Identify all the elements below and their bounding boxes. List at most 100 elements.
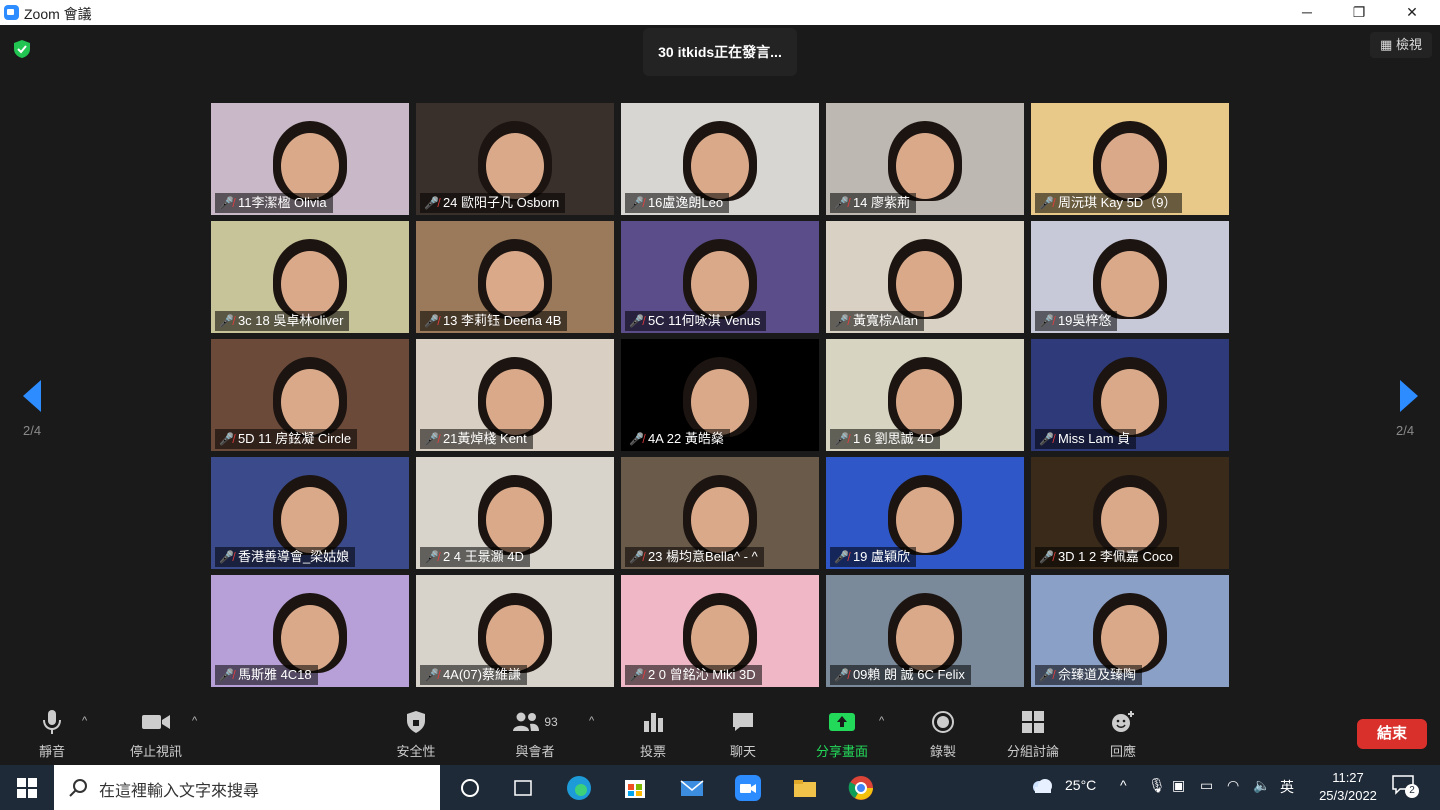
chat-label: 聊天 [729, 744, 756, 759]
participants-button[interactable]: 93 與會者 [506, 705, 564, 760]
participant-name: 黃寬棕Alan [852, 313, 918, 328]
participant-video-tile[interactable]: 🎤̸ 5D 11 房鉉凝 Circle [211, 339, 409, 451]
participant-name: 19吳梓悠 [1057, 313, 1112, 328]
weather-cloud-icon[interactable] [1030, 777, 1054, 797]
participant-name: 佘臻道及臻陶 [1057, 667, 1136, 682]
participant-video-tile[interactable]: 🎤̸ 11李潔楹 Olivia [211, 103, 409, 215]
share-screen-button[interactable]: 分享畫面 [810, 705, 874, 760]
participant-face [691, 251, 749, 317]
participant-face [486, 605, 544, 671]
participant-video-tile[interactable]: 🎤̸ 周沅琪 Kay 5D（9） [1031, 103, 1229, 215]
previous-page-arrow-icon[interactable] [23, 380, 41, 412]
participant-face [281, 251, 339, 317]
participant-face [1101, 605, 1159, 671]
muted-microphone-icon: 🎤̸ [1039, 550, 1054, 564]
video-camera-icon [142, 715, 170, 729]
participant-video-tile[interactable]: 🎤̸ 馬斯雅 4C18 [211, 575, 409, 687]
microphone-tray-icon[interactable]: 🎙 [1148, 777, 1166, 794]
participant-name-label: 🎤̸ 09賴 朗 誠 6C Felix [830, 665, 971, 685]
close-button[interactable]: ✕ [1389, 0, 1435, 25]
participant-video-tile[interactable]: 🎤̸ 香港善導會_梁姑娘 [211, 457, 409, 569]
participant-video-tile[interactable]: 🎤̸ 佘臻道及臻陶 [1031, 575, 1229, 687]
chat-bubble-icon [733, 713, 753, 731]
taskbar-search-box[interactable]: 在這裡輸入文字來搜尋 [54, 765, 440, 810]
reactions-button[interactable]: 回應 [1102, 705, 1144, 760]
encryption-shield-icon[interactable] [12, 39, 32, 59]
view-button[interactable]: ▦ 檢視 [1370, 32, 1432, 58]
chrome-icon[interactable] [846, 773, 876, 803]
record-icon [932, 711, 954, 733]
volume-icon[interactable]: 🔈 [1253, 777, 1270, 794]
microsoft-store-icon[interactable] [620, 773, 650, 803]
muted-microphone-icon: 🎤̸ [424, 314, 439, 328]
mute-button[interactable]: 靜音 [30, 705, 74, 760]
participant-video-tile[interactable]: 🎤̸ 4A(07)蔡維謙 [416, 575, 614, 687]
page-indicator-left: 2/4 [23, 423, 42, 438]
participant-video-tile[interactable]: 🎤̸ 黃寬棕Alan [826, 221, 1024, 333]
participant-video-tile[interactable]: 🎤̸ 3D 1 2 李佩嘉 Coco [1031, 457, 1229, 569]
cortana-icon[interactable] [455, 773, 485, 803]
participant-video-tile[interactable]: 🎤̸ 19吳梓悠 [1031, 221, 1229, 333]
participant-video-tile[interactable]: 🎤̸ 2 0 曾銘沁 Miki 3D [621, 575, 819, 687]
participant-name-label: 🎤̸ 24 歐阳子凡 Osborn [420, 193, 566, 213]
wifi-icon[interactable]: ◠ [1227, 777, 1239, 794]
minimize-button[interactable]: ─ [1284, 0, 1330, 25]
participant-name: 5C 11何咏淇 Venus [647, 313, 761, 328]
record-button[interactable]: 錄製 [922, 705, 964, 760]
participant-video-tile[interactable]: 🎤̸ 09賴 朗 誠 6C Felix [826, 575, 1024, 687]
chat-button[interactable]: 聊天 [722, 705, 764, 760]
network-tray-icon[interactable]: ▣ [1172, 777, 1185, 794]
input-method-indicator[interactable]: 英 [1280, 777, 1294, 797]
battery-icon[interactable]: ▭ [1200, 777, 1213, 794]
page-indicator-right: 2/4 [1396, 423, 1415, 438]
audio-options-caret-icon[interactable]: ^ [82, 715, 87, 727]
participant-video-tile[interactable]: 🎤̸ 24 歐阳子凡 Osborn [416, 103, 614, 215]
participant-video-tile[interactable]: 🎤̸ 2 4 王景灝 4D [416, 457, 614, 569]
end-meeting-button[interactable]: 結束 [1357, 719, 1427, 749]
breakout-rooms-button[interactable]: 分組討論 [1002, 705, 1064, 760]
security-button[interactable]: 安全性 [392, 705, 440, 760]
muted-microphone-icon: 🎤̸ [424, 550, 439, 564]
windows-start-icon[interactable] [17, 778, 37, 798]
participant-name: 3c 18 吳卓林oliver [237, 313, 344, 328]
participant-face [1101, 487, 1159, 553]
stop-video-button[interactable]: 停止視訊 [124, 705, 188, 760]
show-hidden-icons-chevron-icon[interactable]: ^ [1120, 777, 1127, 793]
active-speaker-indicator: 30 itkids正在發言... [643, 28, 797, 76]
maximize-button[interactable]: ❐ [1336, 0, 1382, 25]
participant-video-tile[interactable]: 🎤̸ 4A 22 黃皓燊 [621, 339, 819, 451]
task-view-icon[interactable] [508, 773, 538, 803]
edge-browser-icon[interactable] [564, 773, 594, 803]
participant-name: 4A 22 黃皓燊 [647, 431, 724, 446]
participant-name-label: 🎤̸ 4A(07)蔡維謙 [420, 665, 527, 685]
security-label: 安全性 [396, 744, 436, 759]
participants-options-caret-icon[interactable]: ^ [589, 715, 594, 727]
muted-microphone-icon: 🎤̸ [834, 550, 849, 564]
participant-video-tile[interactable]: 🎤̸ 19 盧穎欣 [826, 457, 1024, 569]
participant-video-tile[interactable]: 🎤̸ 1 6 劉思誠 4D [826, 339, 1024, 451]
participant-video-tile[interactable]: 🎤̸ 5C 11何咏淇 Venus [621, 221, 819, 333]
participant-face [691, 369, 749, 435]
video-options-caret-icon[interactable]: ^ [192, 715, 197, 727]
participant-video-tile[interactable]: 🎤̸ 21黃焯棧 Kent [416, 339, 614, 451]
polling-button[interactable]: 投票 [632, 705, 674, 760]
taskbar-clock[interactable]: 11:27 25/3/2022 [1318, 769, 1378, 805]
weather-temperature[interactable]: 25°C [1065, 777, 1096, 793]
participant-video-tile[interactable]: 🎤̸ 23 楊均意Bella^ - ^ [621, 457, 819, 569]
taskbar-search-placeholder: 在這裡輸入文字來搜尋 [99, 783, 260, 800]
participant-name-label: 🎤̸ 5D 11 房鉉凝 Circle [215, 429, 358, 449]
share-options-caret-icon[interactable]: ^ [879, 715, 884, 727]
zoom-taskbar-icon[interactable] [733, 773, 763, 803]
participant-video-tile[interactable]: 🎤̸ 14 廖紫荊 [826, 103, 1024, 215]
participant-video-tile[interactable]: 🎤̸ 3c 18 吳卓林oliver [211, 221, 409, 333]
participant-face [486, 369, 544, 435]
notification-center-icon[interactable]: 2 [1392, 775, 1419, 799]
participant-video-tile[interactable]: 🎤̸ 13 李莉钰 Deena 4B [416, 221, 614, 333]
participant-name: 馬斯雅 4C18 [237, 667, 312, 682]
file-explorer-icon[interactable] [790, 773, 820, 803]
participant-video-tile[interactable]: 🎤̸ Miss Lam 貞 [1031, 339, 1229, 451]
next-page-arrow-icon[interactable] [1400, 380, 1418, 412]
mail-icon[interactable] [677, 773, 707, 803]
mute-label: 靜音 [38, 744, 65, 759]
participant-video-tile[interactable]: 🎤̸ 16盧逸朗Leo [621, 103, 819, 215]
